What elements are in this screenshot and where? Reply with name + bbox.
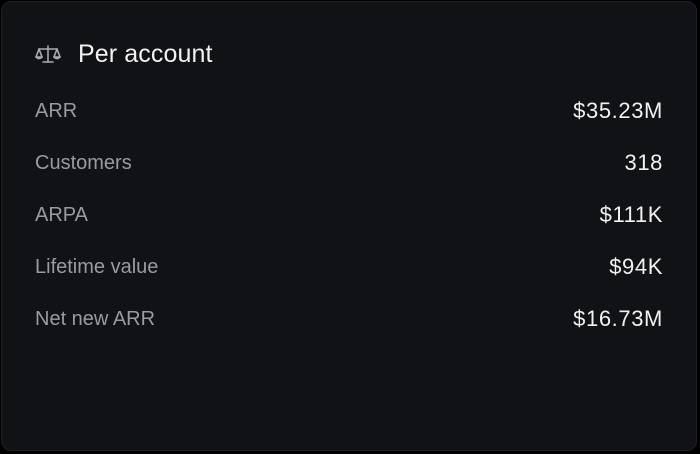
metric-label: ARR [35, 99, 78, 122]
metric-value: $111K [599, 202, 663, 227]
metric-value: $16.73M [573, 306, 663, 331]
scale-icon [35, 44, 61, 64]
metric-value: $94K [609, 254, 663, 279]
metric-label: ARPA [35, 203, 88, 226]
metric-label: Lifetime value [35, 255, 159, 278]
metric-label: Customers [35, 151, 132, 174]
card-header: Per account [35, 38, 213, 70]
metric-row-customers: Customers 318 [35, 137, 663, 189]
metric-value: 318 [624, 150, 663, 175]
per-account-card: Per account ARR $35.23M Customers 318 AR… [1, 1, 697, 451]
metric-row-net-new-arr: Net new ARR $16.73M [35, 293, 663, 345]
metric-label: Net new ARR [35, 307, 156, 330]
metric-row-lifetime-value: Lifetime value $94K [35, 241, 663, 293]
metric-row-arr: ARR $35.23M [35, 85, 663, 137]
metric-row-arpa: ARPA $111K [35, 189, 663, 241]
metric-value: $35.23M [573, 98, 663, 123]
metrics-list: ARR $35.23M Customers 318 ARPA $111K Lif… [35, 85, 663, 345]
card-title: Per account [78, 39, 213, 68]
